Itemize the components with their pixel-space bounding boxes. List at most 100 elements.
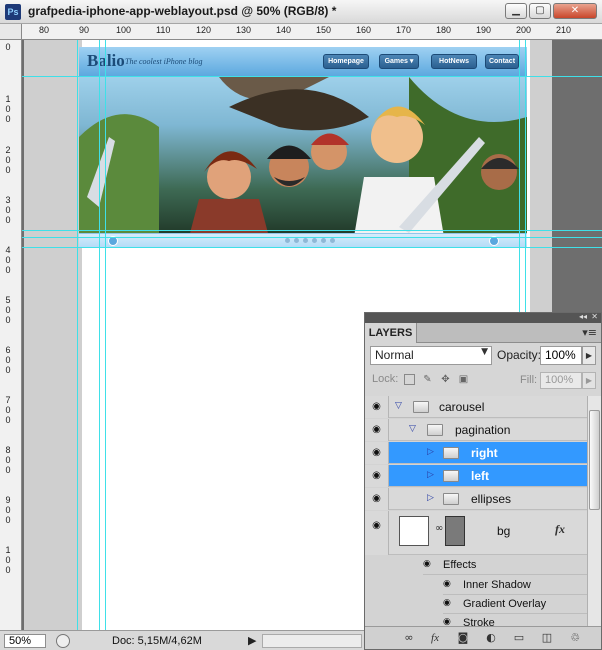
mockup-nav-games: Games ▾ <box>379 54 419 69</box>
document-title: grafpedia-iphone-app-weblayout.psd @ 50%… <box>28 4 337 18</box>
new-layer-icon[interactable]: ◫ <box>539 630 555 646</box>
scrollbar-thumb[interactable] <box>589 410 600 510</box>
visibility-eye-icon[interactable]: ◉ <box>423 559 431 569</box>
expand-triangle-icon[interactable]: ▽ <box>395 401 402 411</box>
visibility-eye-icon[interactable]: ◉ <box>443 579 451 589</box>
pagination-dot <box>321 238 326 243</box>
link-layers-icon[interactable]: ∞ <box>401 630 417 646</box>
collapse-panel-icon[interactable]: ◂◂ <box>579 312 587 321</box>
layers-list: ◉ ▽ carousel ◉ ▽ pagination ◉ ▷ right ◉ … <box>365 396 601 626</box>
lock-position-icon[interactable]: ✥ <box>440 374 451 385</box>
lock-label: Lock: <box>372 373 399 385</box>
guide-horizontal[interactable] <box>22 247 602 248</box>
collapse-triangle-icon[interactable]: ▷ <box>427 470 434 480</box>
ruler-tick-label: 180 <box>436 25 452 35</box>
ruler-tick-label: 4 0 0 <box>5 245 11 275</box>
collapse-triangle-icon[interactable]: ▷ <box>427 493 434 503</box>
close-button[interactable]: ✕ <box>553 3 597 19</box>
folder-icon <box>443 470 459 482</box>
photoshop-app-icon: Ps <box>5 4 21 20</box>
add-layer-style-icon[interactable]: fx <box>427 630 443 646</box>
visibility-eye-icon[interactable]: ◉ <box>443 617 451 626</box>
fill-slider-arrow-icon[interactable]: ▶ <box>582 372 596 389</box>
layers-scrollbar[interactable] <box>587 396 601 626</box>
ruler-tick-label: 5 0 0 <box>5 295 11 325</box>
horizontal-ruler[interactable]: 80 90 100 110 120 130 140 150 160 170 18… <box>22 24 602 40</box>
ruler-origin[interactable] <box>0 24 22 40</box>
visibility-eye-icon[interactable]: ◉ <box>365 442 389 464</box>
lock-row: Lock: ✎ ✥ ▣ Fill: 100% ▶ <box>365 370 601 390</box>
folder-icon <box>443 447 459 459</box>
effect-row-stroke[interactable]: ◉ Stroke <box>443 614 587 626</box>
ruler-tick-label: 3 0 0 <box>5 195 11 225</box>
zoom-level-field[interactable]: 50% <box>4 634 46 648</box>
ruler-tick-label: 120 <box>196 25 212 35</box>
vertical-ruler[interactable]: 0 1 0 0 2 0 0 3 0 0 4 0 0 5 0 0 6 0 0 7 … <box>0 40 22 630</box>
layer-name: bg <box>497 524 511 538</box>
opacity-slider-arrow-icon[interactable]: ▶ <box>582 346 596 365</box>
layer-row-right[interactable]: ◉ ▷ right <box>365 442 587 464</box>
opacity-label: Opacity: <box>497 348 542 362</box>
visibility-eye-icon[interactable]: ◉ <box>365 511 389 555</box>
link-icon[interactable]: ∞ <box>435 523 443 534</box>
layer-thumbnail <box>399 516 429 546</box>
mockup-nav-homepage: Homepage <box>323 54 369 69</box>
carousel-pagination-bar <box>79 233 527 247</box>
ruler-tick-label: 200 <box>516 25 532 35</box>
expand-triangle-icon[interactable]: ▽ <box>409 424 416 434</box>
maximize-button[interactable]: ▢ <box>529 3 551 19</box>
opacity-input[interactable]: 100% <box>540 346 582 365</box>
horizontal-scrollbar[interactable] <box>262 634 362 648</box>
guide-horizontal[interactable] <box>22 237 602 238</box>
effect-name: Stroke <box>463 617 495 626</box>
fill-input[interactable]: 100% <box>540 372 582 389</box>
effect-row-gradient-overlay[interactable]: ◉ Gradient Overlay <box>443 595 587 614</box>
status-menu-arrow-icon[interactable]: ▶ <box>248 634 256 647</box>
pagination-dot <box>312 238 317 243</box>
ruler-tick-label: 130 <box>236 25 252 35</box>
guide-horizontal[interactable] <box>22 230 602 231</box>
panel-header-strip: ◂◂ ✕ <box>365 312 601 323</box>
effect-row-inner-shadow[interactable]: ◉ Inner Shadow <box>443 576 587 595</box>
guide-vertical[interactable] <box>77 40 78 630</box>
visibility-eye-icon[interactable]: ◉ <box>365 419 389 441</box>
guide-vertical[interactable] <box>99 40 100 630</box>
layer-row-ellipses[interactable]: ◉ ▷ ellipses <box>365 488 587 510</box>
guide-horizontal[interactable] <box>22 76 602 77</box>
lock-transparent-pixels-icon[interactable] <box>404 374 415 385</box>
visibility-eye-icon[interactable]: ◉ <box>365 396 389 418</box>
trash-icon[interactable]: ♲ <box>567 630 583 646</box>
layer-effects-icon[interactable]: fx <box>555 522 565 537</box>
layer-row-carousel[interactable]: ◉ ▽ carousel <box>365 396 587 418</box>
close-panel-icon[interactable]: ✕ <box>591 312 598 321</box>
ruler-tick-label: 90 <box>79 25 90 35</box>
blend-mode-value: Normal <box>375 348 414 362</box>
visibility-eye-icon[interactable]: ◉ <box>443 598 451 608</box>
new-group-icon[interactable]: ▭ <box>511 630 527 646</box>
status-bar: 50% Doc: 5,15M/4,62M ▶ <box>0 630 364 650</box>
guide-vertical[interactable] <box>105 40 106 630</box>
panel-menu-icon[interactable]: ▾≡ <box>582 326 597 339</box>
effects-group-row[interactable]: ◉ Effects <box>423 556 587 575</box>
layer-row-bg[interactable]: ◉ ∞ bg fx <box>365 511 587 555</box>
minimize-button[interactable]: ▁ <box>505 3 527 19</box>
status-info-icon[interactable] <box>56 634 70 648</box>
tab-layers[interactable]: LAYERS <box>365 323 417 343</box>
visibility-eye-icon[interactable]: ◉ <box>365 488 389 510</box>
lock-all-icon[interactable]: ▣ <box>458 374 469 385</box>
blend-mode-select[interactable]: Normal ▼ <box>370 346 492 365</box>
ruler-tick-label: 110 <box>156 25 171 35</box>
layer-row-left[interactable]: ◉ ▷ left <box>365 465 587 487</box>
layer-row-pagination[interactable]: ◉ ▽ pagination <box>365 419 587 441</box>
adjustment-layer-icon[interactable]: ◐ <box>483 630 499 646</box>
visibility-eye-icon[interactable]: ◉ <box>365 465 389 487</box>
ruler-tick-label: 140 <box>276 25 292 35</box>
carousel-hero-image <box>79 77 527 237</box>
ruler-tick-label: 80 <box>39 25 50 35</box>
vector-mask-thumbnail <box>445 516 465 546</box>
collapse-triangle-icon[interactable]: ▷ <box>427 447 434 457</box>
add-mask-icon[interactable]: ◙ <box>455 630 471 646</box>
lock-image-pixels-icon[interactable]: ✎ <box>422 374 433 385</box>
ruler-tick-label: 2 0 0 <box>5 145 11 175</box>
ruler-tick-label: 150 <box>316 25 332 35</box>
